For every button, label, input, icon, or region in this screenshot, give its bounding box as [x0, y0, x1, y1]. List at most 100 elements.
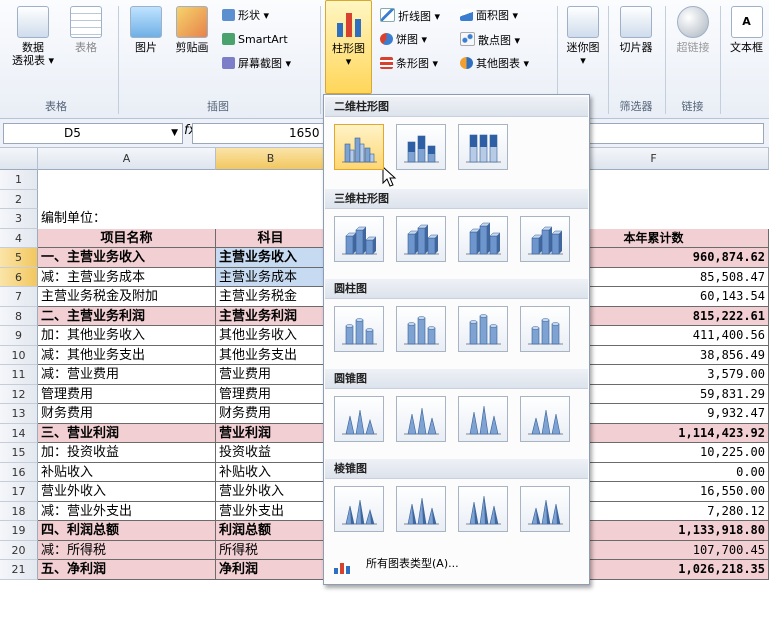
cell-a14[interactable]: 三、营业利润 — [38, 423, 216, 443]
area-chart-button[interactable]: 面积图 ▾ — [460, 8, 518, 24]
chart-subtype-cyl-3[interactable] — [458, 306, 508, 352]
cell-b18[interactable]: 营业外支出 — [216, 501, 326, 521]
cell-a8[interactable]: 二、主营业务利润 — [38, 306, 216, 326]
clipart-button[interactable]: 剪贴画 — [170, 6, 214, 54]
scatter-chart-button[interactable]: 散点图 ▾ — [460, 32, 520, 48]
chevron-down-icon[interactable]: ▼ — [171, 124, 178, 143]
cell-a20[interactable]: 减：所得税 — [38, 540, 216, 560]
cell-a6[interactable]: 减：主营业务成本 — [38, 267, 216, 287]
all-chart-types-button[interactable]: 所有图表类型(A)... — [326, 551, 586, 577]
cell-a11[interactable]: 减：营业费用 — [38, 365, 216, 385]
chart-subtype-cyl-2[interactable] — [396, 306, 446, 352]
textbox-button[interactable]: A 文本框 — [724, 6, 769, 54]
column-header-a[interactable]: A — [38, 148, 216, 170]
line-chart-button[interactable]: 折线图 ▾ — [380, 8, 440, 24]
cell-b1[interactable] — [216, 170, 326, 190]
cell-b3[interactable] — [216, 209, 326, 229]
cell-a19[interactable]: 四、利润总额 — [38, 521, 216, 541]
cell-a17[interactable]: 营业外收入 — [38, 482, 216, 502]
cell-a18[interactable]: 减：营业外支出 — [38, 501, 216, 521]
cell-a3[interactable]: 编制单位： — [38, 209, 216, 229]
cell-b12[interactable]: 管理费用 — [216, 384, 326, 404]
chart-subtype-2d-3[interactable] — [458, 124, 508, 170]
cell-a4[interactable]: 项目名称 — [38, 228, 216, 248]
row-header[interactable]: 11 — [0, 365, 38, 385]
row-header[interactable]: 8 — [0, 306, 38, 326]
row-header[interactable]: 20 — [0, 540, 38, 560]
cell-a10[interactable]: 减：其他业务支出 — [38, 345, 216, 365]
chart-subtype-cone-1[interactable] — [334, 396, 384, 442]
pivot-table-button[interactable]: 数据 透视表 ▾ — [8, 6, 58, 67]
screenshot-button[interactable]: 屏幕截图 ▾ — [222, 56, 291, 72]
table-button[interactable]: 表格 — [66, 6, 106, 54]
cell-a16[interactable]: 补贴收入 — [38, 462, 216, 482]
cell-a5[interactable]: 一、主营业务收入 — [38, 248, 216, 268]
cell-b2[interactable] — [216, 190, 326, 210]
chart-subtype-3d-2[interactable] — [396, 216, 446, 262]
cell-b7[interactable]: 主营业务税金 — [216, 287, 326, 307]
cell-b19[interactable]: 利润总额 — [216, 521, 326, 541]
chart-subtype-pyr-1[interactable] — [334, 486, 384, 532]
cell-a13[interactable]: 财务费用 — [38, 404, 216, 424]
cell-b11[interactable]: 营业费用 — [216, 365, 326, 385]
chart-subtype-pyr-2[interactable] — [396, 486, 446, 532]
smartart-button[interactable]: SmartArt — [222, 32, 288, 48]
cell-a9[interactable]: 加：其他业务收入 — [38, 326, 216, 346]
cell-a12[interactable]: 管理费用 — [38, 384, 216, 404]
chart-subtype-cone-4[interactable] — [520, 396, 570, 442]
row-header[interactable]: 9 — [0, 326, 38, 346]
cell-b16[interactable]: 补贴收入 — [216, 462, 326, 482]
slicer-button[interactable]: 切片器 — [613, 6, 659, 54]
cell-b9[interactable]: 其他业务收入 — [216, 326, 326, 346]
cell-b6[interactable]: 主营业务成本 — [216, 267, 326, 287]
row-header[interactable]: 19 — [0, 521, 38, 541]
cell-b4[interactable]: 科目 — [216, 228, 326, 248]
chart-subtype-3d-3[interactable] — [458, 216, 508, 262]
cell-b14[interactable]: 营业利润 — [216, 423, 326, 443]
chart-subtype-pyr-4[interactable] — [520, 486, 570, 532]
pie-chart-button[interactable]: 饼图 ▾ — [380, 32, 427, 48]
other-charts-button[interactable]: 其他图表 ▾ — [460, 56, 529, 72]
cell-a1[interactable] — [38, 170, 216, 190]
row-header[interactable]: 18 — [0, 501, 38, 521]
row-header[interactable]: 10 — [0, 345, 38, 365]
row-header[interactable]: 4 — [0, 228, 38, 248]
row-header[interactable]: 14 — [0, 423, 38, 443]
select-all-corner[interactable] — [0, 148, 38, 170]
row-header[interactable]: 15 — [0, 443, 38, 463]
row-header[interactable]: 17 — [0, 482, 38, 502]
cell-a15[interactable]: 加：投资收益 — [38, 443, 216, 463]
cell-b13[interactable]: 财务费用 — [216, 404, 326, 424]
row-header[interactable]: 1 — [0, 170, 38, 190]
chart-subtype-cyl-1[interactable] — [334, 306, 384, 352]
bar-chart-button[interactable]: 条形图 ▾ — [380, 56, 438, 72]
picture-button[interactable]: 图片 — [126, 6, 166, 54]
chart-subtype-cone-3[interactable] — [458, 396, 508, 442]
cell-b15[interactable]: 投资收益 — [216, 443, 326, 463]
cell-b8[interactable]: 主营业务利润 — [216, 306, 326, 326]
row-header[interactable]: 6 — [0, 267, 38, 287]
row-header[interactable]: 21 — [0, 560, 38, 580]
row-header[interactable]: 7 — [0, 287, 38, 307]
cell-b20[interactable]: 所得税 — [216, 540, 326, 560]
cell-a7[interactable]: 主营业务税金及附加 — [38, 287, 216, 307]
row-header[interactable]: 5 — [0, 248, 38, 268]
cell-b17[interactable]: 营业外收入 — [216, 482, 326, 502]
chart-subtype-cyl-4[interactable] — [520, 306, 570, 352]
hyperlink-button[interactable]: 超链接 — [670, 6, 716, 54]
name-box[interactable]: D5 ▼ — [3, 123, 183, 144]
row-header[interactable]: 13 — [0, 404, 38, 424]
chart-subtype-pyr-3[interactable] — [458, 486, 508, 532]
cell-b21[interactable]: 净利润 — [216, 560, 326, 580]
chart-subtype-2d-1[interactable] — [334, 124, 384, 170]
sparkline-button[interactable]: 迷你图 ▾ — [562, 6, 604, 67]
chart-subtype-3d-4[interactable] — [520, 216, 570, 262]
row-header[interactable]: 12 — [0, 384, 38, 404]
column-chart-button[interactable]: 柱形图 ▾ — [325, 0, 372, 94]
cell-a2[interactable] — [38, 190, 216, 210]
chart-subtype-3d-1[interactable] — [334, 216, 384, 262]
row-header[interactable]: 2 — [0, 189, 38, 209]
shapes-button[interactable]: 形状 ▾ — [222, 8, 269, 24]
row-header[interactable]: 3 — [0, 209, 38, 229]
chart-subtype-cone-2[interactable] — [396, 396, 446, 442]
